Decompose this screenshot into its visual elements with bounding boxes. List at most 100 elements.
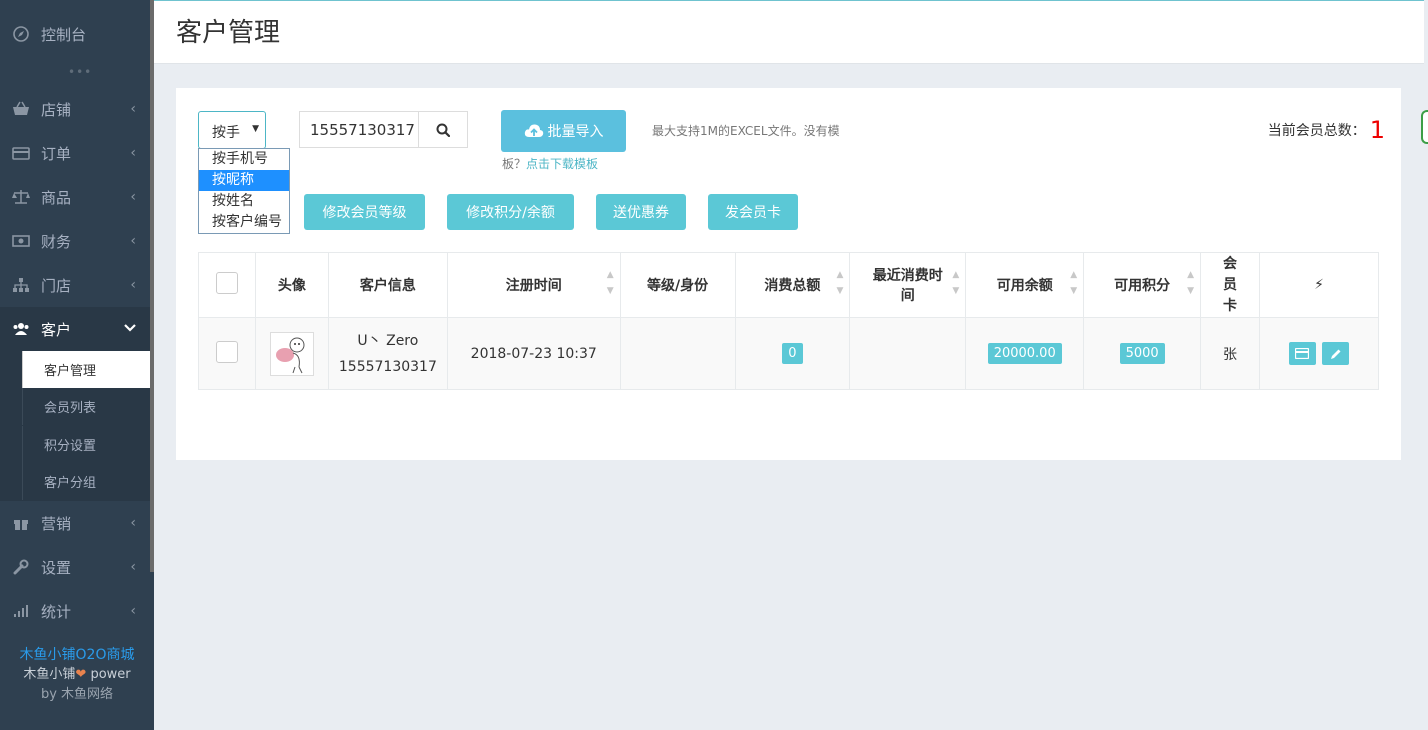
header-label: 最近消费时间	[872, 268, 943, 304]
customer-nickname: U丶 Zero	[357, 332, 419, 349]
company-line: by 木鱼网络	[0, 685, 154, 705]
option-by-customer-id[interactable]: 按客户编号	[199, 212, 289, 233]
row-balance-cell: 20000.00	[965, 317, 1085, 390]
header-balance[interactable]: 可用余额 ▲ ▼	[965, 252, 1085, 318]
gift-icon	[12, 514, 30, 532]
submenu-item-points-settings[interactable]: 积分设置	[22, 426, 150, 463]
header-label: 消费总额	[764, 278, 821, 294]
row-reg-time-cell: 2018-07-23 10:37	[446, 317, 621, 390]
balance-badge: 20000.00	[987, 343, 1062, 364]
sidebar-item-label: 商品	[41, 188, 72, 207]
sitemap-icon	[12, 276, 30, 294]
row-last-spent-cell	[849, 317, 967, 390]
option-by-name[interactable]: 按姓名	[199, 191, 289, 212]
import-hint-prefix: 板？	[502, 157, 527, 171]
customer-phone: 15557130317	[338, 358, 437, 375]
option-by-nickname[interactable]: 按昵称	[199, 170, 289, 191]
row-select-cell	[198, 317, 256, 390]
page-title: 客户管理	[176, 18, 281, 48]
edit-button[interactable]	[1322, 342, 1350, 365]
sort-icon[interactable]: ▲ ▼	[1070, 267, 1077, 299]
chevron-left-icon: ‹	[130, 515, 136, 531]
customer-table: 头像 客户信息 注册时间 ▲ ▼ 等级/身份 消费总额 ▲ ▼ 最近消费时间 ▲ ▼ 可用余…	[198, 252, 1379, 390]
sidebar-item-customers[interactable]: 客户	[0, 307, 150, 351]
wrench-icon	[12, 558, 30, 576]
sidebar-item-label: 客户	[41, 320, 72, 339]
lightning-icon: ⚡	[1314, 277, 1324, 293]
chevron-left-icon: ‹	[130, 189, 136, 205]
table-header-row: 头像 客户信息 注册时间 ▲ ▼ 等级/身份 消费总额 ▲ ▼ 最近消费时间 ▲ ▼ 可用余…	[198, 252, 1379, 318]
search-type-select[interactable]: 按手 ▼	[198, 111, 266, 149]
sidebar-scrollbar[interactable]	[150, 0, 154, 572]
sidebar-item-stores[interactable]: 门店 ‹	[0, 263, 150, 307]
download-template-link[interactable]: 点击下载模板	[526, 157, 598, 171]
sort-icon[interactable]: ▲ ▼	[952, 267, 959, 299]
batch-import-label: 批量导入	[547, 124, 604, 140]
member-card-button[interactable]	[1288, 342, 1316, 365]
sidebar-item-label: 财务	[41, 232, 72, 251]
member-count: 当前会员总数： 1	[1268, 116, 1385, 144]
sidebar-item-store[interactable]: 店铺 ‹	[0, 87, 150, 131]
row-checkbox[interactable]	[215, 340, 238, 363]
side-widget-handle[interactable]	[1421, 110, 1428, 144]
basket-icon	[12, 100, 30, 118]
sidebar-item-settings[interactable]: 设置 ‹	[0, 545, 150, 589]
sidebar-item-statistics[interactable]: 统计 ‹	[0, 589, 150, 633]
send-coupon-button[interactable]: 送优惠券	[596, 194, 686, 230]
submenu-item-member-list[interactable]: 会员列表	[22, 388, 150, 425]
select-all-checkbox[interactable]	[215, 272, 238, 294]
sidebar-item-label: 设置	[41, 558, 72, 577]
sidebar-item-label: 订单	[41, 144, 72, 163]
caret-down-icon: ▼	[252, 124, 259, 134]
header-card: 会员卡	[1200, 252, 1261, 318]
sidebar-item-label: 店铺	[41, 100, 72, 119]
customers-submenu: 客户管理 会员列表 积分设置 客户分组	[0, 351, 154, 501]
sort-icon[interactable]: ▲ ▼	[607, 267, 614, 299]
modify-points-balance-button[interactable]: 修改积分/余额	[447, 194, 574, 230]
sidebar-item-dashboard[interactable]: 控制台	[0, 12, 150, 56]
submenu-item-customer-groups[interactable]: 客户分组	[22, 463, 150, 500]
row-level-cell	[619, 317, 736, 390]
row-actions-cell	[1259, 317, 1379, 390]
sidebar-item-marketing[interactable]: 营销 ‹	[0, 501, 150, 545]
header-label: 可用积分	[1114, 278, 1171, 294]
sort-icon[interactable]: ▲ ▼	[1187, 267, 1194, 299]
chevron-left-icon: ‹	[130, 101, 136, 117]
company-name: 木鱼网络	[61, 687, 114, 702]
search-input[interactable]	[299, 111, 418, 148]
sidebar: 控制台 ••• 店铺 ‹ 订单 ‹ 商品 ‹ 财务 ‹ 门店 ‹ 客户 客户管理…	[0, 0, 154, 730]
pencil-icon	[1330, 349, 1341, 359]
page-header: 客户管理	[154, 0, 1428, 64]
search-type-value: 按手	[212, 125, 240, 141]
power-suffix: power	[90, 667, 131, 682]
option-by-phone[interactable]: 按手机号	[199, 149, 289, 170]
brand-link[interactable]: 木鱼小铺O2O商城	[0, 645, 154, 665]
header-points[interactable]: 可用积分 ▲ ▼	[1083, 252, 1202, 318]
submenu-item-customer-management[interactable]: 客户管理	[22, 351, 154, 388]
header-last-spent[interactable]: 最近消费时间 ▲ ▼	[849, 252, 967, 318]
row-total-spent-cell: 0	[734, 317, 851, 390]
header-label: 注册时间	[505, 278, 562, 294]
sidebar-item-label: 营销	[41, 514, 72, 533]
sidebar-item-orders[interactable]: 订单 ‹	[0, 131, 150, 175]
row-points-cell: 5000	[1083, 317, 1202, 390]
header-reg-time[interactable]: 注册时间 ▲ ▼	[446, 252, 621, 318]
sidebar-item-products[interactable]: 商品 ‹	[0, 175, 150, 219]
sort-icon[interactable]: ▲ ▼	[836, 267, 843, 299]
header-label: 可用余额	[996, 278, 1053, 294]
power-brand: 木鱼小铺	[23, 667, 76, 682]
sidebar-collapse-dots[interactable]: •••	[68, 65, 92, 79]
modify-member-level-button[interactable]: 修改会员等级	[304, 194, 425, 230]
import-hint-2: 板？点击下载模板	[502, 155, 598, 172]
sidebar-item-label: 统计	[41, 602, 72, 621]
sidebar-item-finance[interactable]: 财务 ‹	[0, 219, 150, 263]
search-button[interactable]	[418, 111, 468, 148]
issue-member-card-button[interactable]: 发会员卡	[708, 194, 798, 230]
signal-icon	[12, 602, 30, 620]
by-label: by	[40, 687, 57, 702]
chevron-left-icon: ‹	[130, 233, 136, 249]
header-total-spent[interactable]: 消费总额 ▲ ▼	[734, 252, 851, 318]
header-level: 等级/身份	[619, 252, 736, 318]
batch-import-button[interactable]: 批量导入	[501, 110, 626, 152]
compass-icon	[12, 25, 30, 43]
